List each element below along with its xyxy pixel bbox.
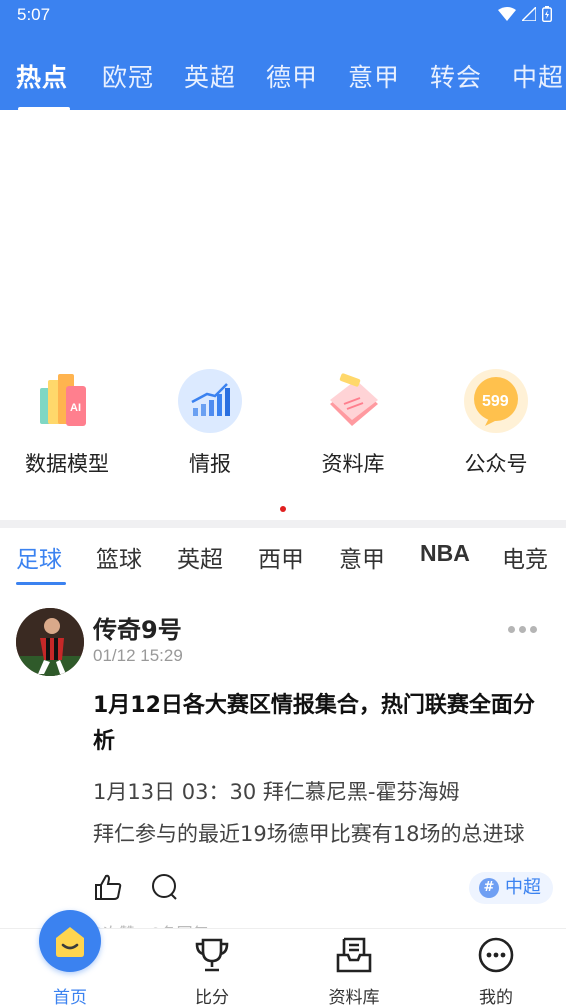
quick-link-label: 情报 [189, 452, 231, 476]
quick-link-label: 资料库 [321, 452, 385, 476]
public-account-icon: 599 [463, 368, 529, 434]
sport-tabs: 足球 篮球 英超 西甲 意甲 NBA 电竞 [0, 530, 566, 585]
post-author[interactable]: 传奇9号 [93, 610, 182, 645]
tab-nba[interactable]: NBA [420, 540, 470, 567]
sport-tab-indicator [16, 582, 66, 585]
quick-link-label: 数据模型 [25, 452, 109, 476]
wifi-icon [498, 7, 516, 21]
top-tabs: 热点 欧冠 英超 德甲 意甲 转会 中超 [0, 55, 566, 111]
tab-serie-a[interactable]: 意甲 [348, 55, 400, 101]
hashtag-icon: # [479, 878, 499, 898]
quick-link-database[interactable]: 资料库 [288, 368, 418, 478]
signal-icon [522, 7, 536, 21]
topic-tag-label: 中超 [505, 877, 541, 898]
post-title[interactable]: 1月12日各大赛区情报集合，热门联赛全面分析 [93, 688, 548, 760]
tab-champions-league[interactable]: 欧冠 [102, 55, 154, 101]
nav-label: 比分 [195, 988, 229, 1008]
comment-icon[interactable] [149, 872, 179, 902]
database-book-icon [320, 368, 386, 434]
quick-links: AI 数据模型 情报 资料库 599 公众号 [0, 368, 566, 488]
like-icon[interactable] [93, 872, 123, 902]
quick-link-intelligence[interactable]: 情报 [145, 368, 275, 478]
more-options-icon[interactable] [508, 626, 542, 636]
post-excerpt-line: 1月13日 03：30 拜仁慕尼黑-霍芬海姆 [93, 780, 460, 804]
quick-link-public-account[interactable]: 599 公众号 [431, 368, 561, 478]
svg-text:AI: AI [70, 402, 81, 414]
nav-profile[interactable]: 我的 [446, 929, 546, 1008]
tab-csl[interactable]: 中超 [512, 55, 564, 101]
tab-bundesliga[interactable]: 德甲 [266, 55, 318, 101]
nav-label: 资料库 [328, 988, 380, 1008]
topic-tag[interactable]: # 中超 [469, 872, 553, 904]
tab-laliga[interactable]: 西甲 [258, 540, 304, 574]
tab-hot[interactable]: 热点 [16, 55, 68, 101]
inbox-icon [336, 937, 372, 973]
home-icon[interactable] [39, 910, 101, 972]
chat-dots-icon [478, 937, 514, 973]
tab-basketball[interactable]: 篮球 [96, 540, 142, 574]
header-bar: 5:07 热点 欧冠 英超 德甲 意甲 转会 中超 [0, 0, 566, 111]
battery-icon [542, 6, 552, 22]
status-time: 5:07 [17, 5, 51, 24]
status-bar: 5:07 [0, 0, 566, 30]
quick-link-label: 公众号 [464, 452, 528, 476]
post-excerpt-line: 拜仁参与的最近19场德甲比赛有18场的总进球 [93, 822, 525, 846]
tab-transfers[interactable]: 转会 [430, 55, 482, 101]
carousel-page-indicator [280, 506, 286, 512]
tab-premier-league[interactable]: 英超 [184, 55, 236, 101]
svg-text:599: 599 [482, 393, 509, 410]
intelligence-chart-icon [177, 368, 243, 434]
section-divider [0, 520, 566, 528]
nav-label: 我的 [479, 988, 513, 1008]
tab-seriea[interactable]: 意甲 [339, 540, 385, 574]
quick-link-data-model[interactable]: AI 数据模型 [2, 368, 132, 478]
tab-esports[interactable]: 电竞 [502, 540, 548, 574]
avatar[interactable] [16, 608, 84, 676]
nav-label: 首页 [53, 988, 87, 1008]
nav-scores[interactable]: 比分 [162, 929, 262, 1008]
post-time: 01/12 15:29 [93, 646, 183, 665]
trophy-icon [195, 938, 229, 972]
tab-epl[interactable]: 英超 [177, 540, 223, 574]
nav-database[interactable]: 资料库 [304, 929, 404, 1008]
data-model-icon: AI [34, 368, 100, 434]
tab-football[interactable]: 足球 [16, 540, 62, 574]
status-icons [498, 6, 552, 22]
post-actions: # 中超 [93, 870, 553, 910]
banner-area[interactable] [0, 110, 566, 360]
